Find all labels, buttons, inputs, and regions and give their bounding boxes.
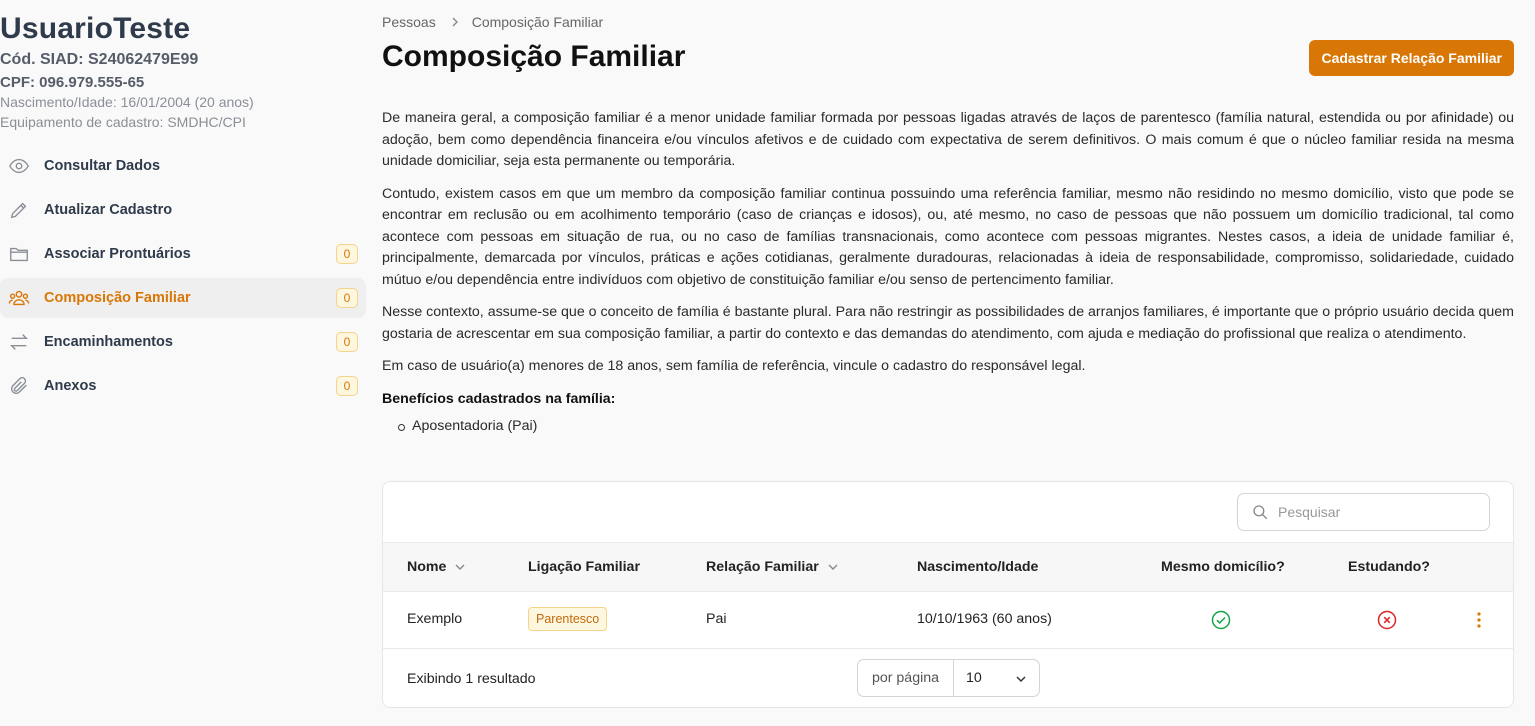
description-paragraph: Em caso de usuário(a) menores de 18 anos…	[382, 358, 1086, 374]
breadcrumb-link-pessoas[interactable]: Pessoas	[382, 14, 436, 30]
search-box[interactable]	[1237, 493, 1490, 531]
column-header-nome[interactable]: Nome	[407, 559, 466, 575]
search-input[interactable]	[1278, 504, 1468, 520]
sidebar: UsuarioTeste Cód. SIAD: S24062479E99 CPF…	[0, 0, 366, 726]
users-icon	[8, 287, 30, 309]
count-badge: 0	[336, 332, 358, 352]
per-page-select[interactable]: 10	[954, 660, 1039, 696]
column-header-nascimento-idade: Nascimento/Idade	[917, 559, 1038, 575]
breadcrumb: Pessoas Composição Familiar	[382, 14, 603, 30]
sidebar-item-label: Anexos	[44, 378, 97, 394]
page-title: Composição Familiar	[382, 40, 686, 73]
description-paragraph: Nesse contexto, assume-se que o conceito…	[382, 304, 1514, 342]
breadcrumb-current: Composição Familiar	[471, 14, 604, 30]
column-header-label: Relação Familiar	[706, 559, 819, 575]
column-header-label: Mesmo domicílio?	[1161, 559, 1285, 575]
chevron-down-icon	[1015, 673, 1027, 685]
count-badge: 0	[336, 288, 358, 308]
user-name: UsuarioTeste	[0, 12, 191, 45]
column-header-label: Nascimento/Idade	[917, 559, 1039, 575]
ligacao-tag: Parentesco	[528, 607, 608, 631]
arrows-exchange-icon	[8, 331, 30, 353]
count-badge: 0	[336, 376, 358, 396]
check-circle-icon	[1210, 609, 1232, 631]
table-row: Exemplo Parentesco Pai 10/10/1963 (60 an…	[383, 592, 1513, 649]
sidebar-item-label: Consultar Dados	[44, 158, 161, 174]
sidebar-item-anexos[interactable]: Anexos 0	[0, 366, 366, 406]
cell-nome: Exemplo	[407, 611, 463, 627]
description-paragraph: Contudo, existem casos em que um membro …	[382, 185, 1514, 288]
per-page-selector: por página 10	[857, 659, 1040, 697]
sidebar-item-atualizar-cadastro[interactable]: Atualizar Cadastro	[0, 190, 366, 230]
description-paragraph: De maneira geral, a composição familiar …	[382, 110, 1514, 169]
user-siad-code: Cód. SIAD: S24062479E99	[0, 51, 199, 68]
chevron-down-icon	[827, 561, 839, 573]
pencil-icon	[8, 199, 30, 221]
sidebar-item-consultar-dados[interactable]: Consultar Dados	[0, 146, 366, 186]
results-count: Exibindo 1 resultado	[407, 671, 536, 687]
eye-icon	[8, 155, 30, 177]
user-birth-age: Nascimento/Idade: 16/01/2004 (20 anos)	[0, 94, 254, 110]
family-table-card: Nome Ligação Familiar Relação Familiar N…	[382, 481, 1514, 708]
column-header-estudando: Estudando?	[1348, 559, 1430, 575]
sidebar-item-label: Encaminhamentos	[44, 334, 173, 350]
chevron-right-icon	[450, 17, 460, 27]
sidebar-item-composicao-familiar[interactable]: Composição Familiar 0	[0, 278, 366, 318]
x-circle-icon	[1376, 609, 1398, 631]
user-cpf: CPF: 096.979.555-65	[0, 74, 145, 91]
sidebar-item-label: Associar Prontuários	[44, 246, 191, 262]
column-header-ligacao-familiar: Ligação Familiar	[528, 559, 640, 575]
folder-icon	[8, 243, 30, 265]
column-header-mesmo-domicilio: Mesmo domicílio?	[1161, 559, 1285, 575]
count-badge: 0	[336, 244, 358, 264]
sidebar-nav: Consultar Dados Atualizar Cadastro Assoc…	[0, 146, 366, 410]
list-item: Aposentadoria (Pai)	[396, 416, 1514, 438]
per-page-value: 10	[966, 670, 982, 686]
cell-nascimento: 10/10/1963 (60 anos)	[917, 611, 1052, 627]
benefits-list: Aposentadoria (Pai)	[382, 416, 1514, 438]
sidebar-item-label: Composição Familiar	[44, 290, 191, 306]
column-header-relacao-familiar[interactable]: Relação Familiar	[706, 559, 839, 575]
per-page-label: por página	[858, 660, 954, 696]
column-header-label: Estudando?	[1348, 559, 1430, 575]
column-header-label: Ligação Familiar	[528, 559, 640, 575]
chevron-down-icon	[454, 561, 466, 573]
column-header-label: Nome	[407, 559, 447, 575]
cell-relacao: Pai	[706, 611, 727, 627]
benefits-title: Benefícios cadastrados na família:	[382, 390, 616, 407]
sidebar-item-label: Atualizar Cadastro	[44, 202, 173, 218]
sidebar-item-associar-prontuarios[interactable]: Associar Prontuários 0	[0, 234, 366, 274]
search-icon	[1251, 503, 1269, 521]
description: De maneira geral, a composição familiar …	[382, 108, 1514, 438]
paperclip-icon	[8, 375, 30, 397]
cadastrar-relacao-familiar-button[interactable]: Cadastrar Relação Familiar	[1309, 40, 1514, 76]
table-header: Nome Ligação Familiar Relação Familiar N…	[383, 542, 1513, 592]
user-registration-equipment: Equipamento de cadastro: SMDHC/CPI	[0, 114, 246, 130]
sidebar-item-encaminhamentos[interactable]: Encaminhamentos 0	[0, 322, 366, 362]
more-options-icon[interactable]	[1469, 609, 1489, 631]
